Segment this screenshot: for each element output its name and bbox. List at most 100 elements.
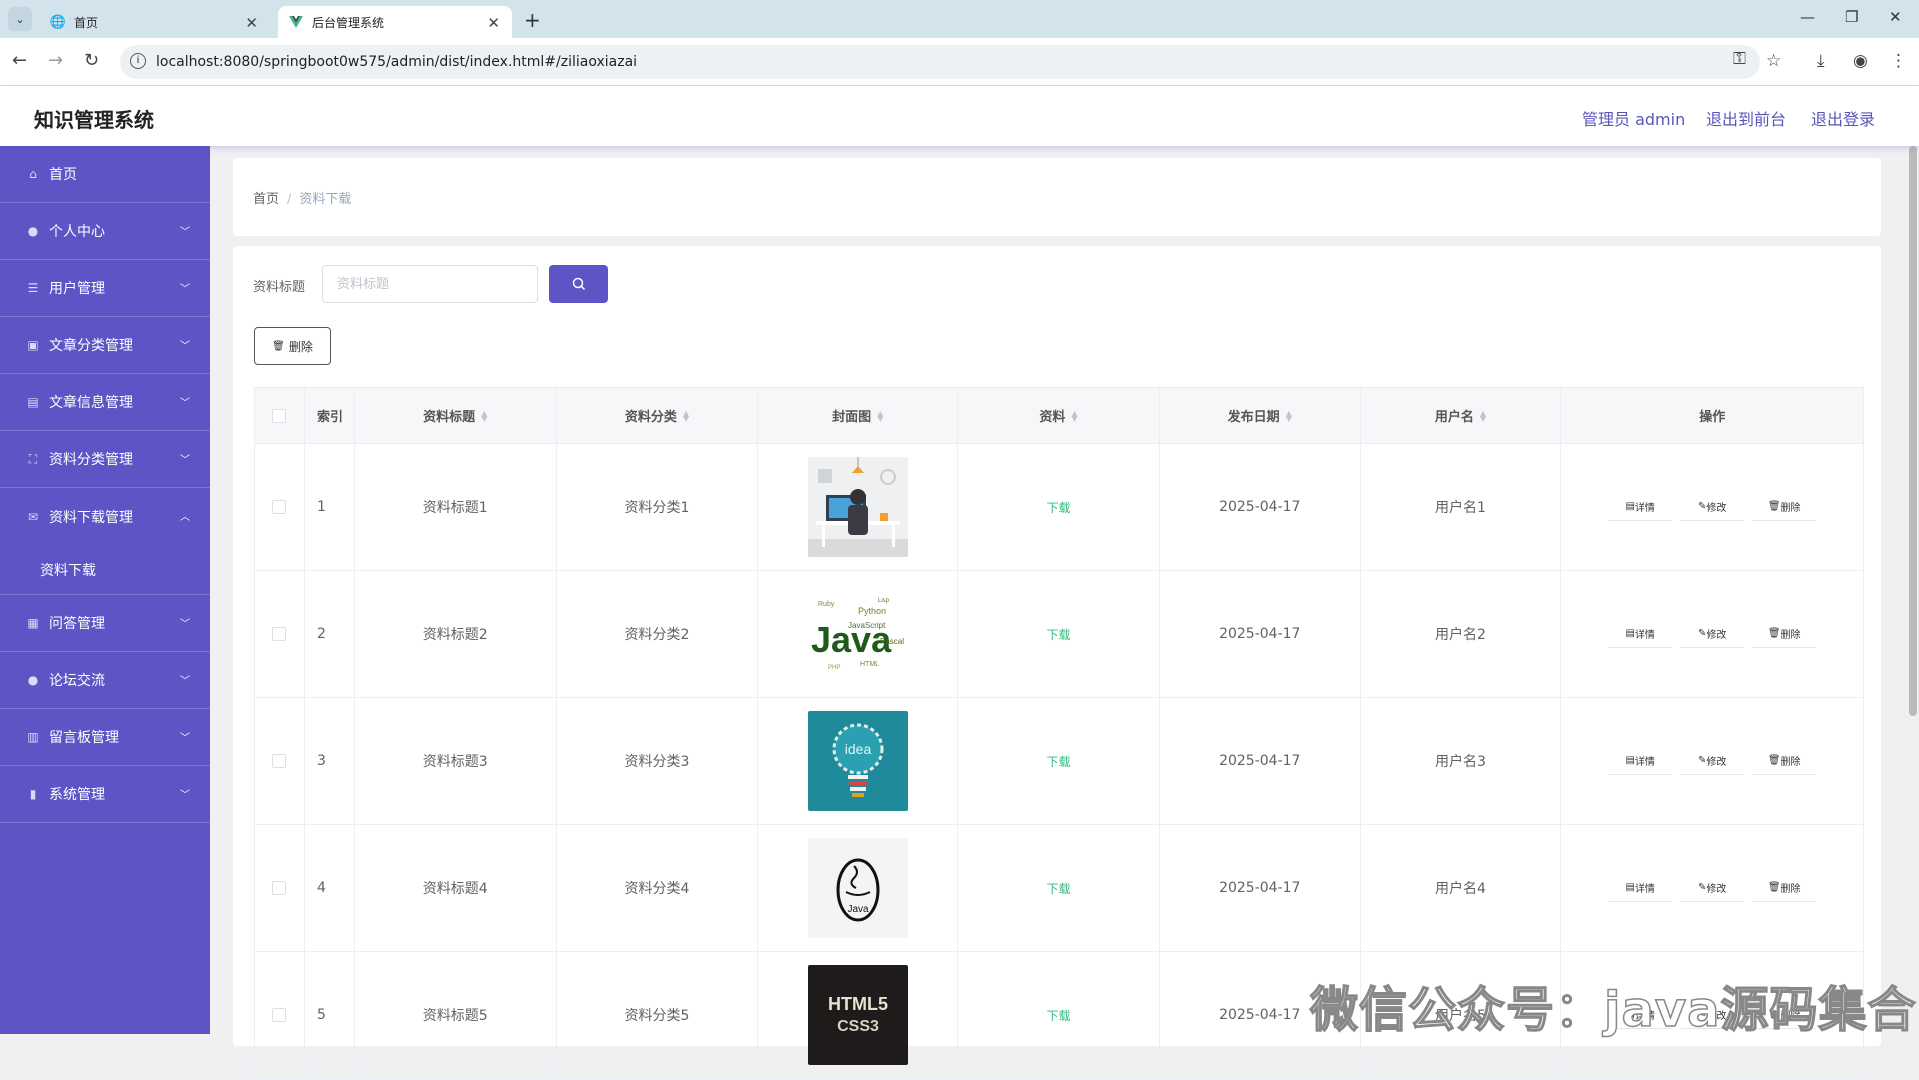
breadcrumb: 首页 / 资料下载 (253, 188, 351, 207)
sidebar-item-material-category[interactable]: ⛶ 资料分类管理 ﹀ (0, 431, 210, 488)
download-icon[interactable]: ⤓ (1817, 51, 1825, 71)
sort-icon[interactable]: ▲ ▼ (877, 409, 883, 422)
minimize-icon[interactable]: — (1800, 8, 1815, 26)
sidebar-item-material-download[interactable]: ✉ 资料下载管理 ︿ (0, 488, 210, 545)
cover-image-java-logo[interactable]: Java (807, 838, 908, 938)
sort-icon[interactable]: ▲ ▼ (1286, 409, 1292, 422)
sort-icon[interactable]: ▲ ▼ (683, 409, 689, 422)
sidebar-item-label: 个人中心 (49, 224, 105, 240)
row-checkbox[interactable] (272, 1008, 287, 1022)
browser-tab-home[interactable]: 🌐 首页 ✕ (40, 6, 270, 38)
chevron-down-icon: ﹀ (180, 455, 190, 466)
detail-button[interactable]: ▤ 详情 (1608, 874, 1673, 902)
row-checkbox[interactable] (272, 500, 287, 514)
restore-icon[interactable]: ❐ (1845, 8, 1858, 26)
cover-image-office[interactable] (807, 457, 908, 557)
sidebar-item-system[interactable]: ▮ 系统管理 ﹀ (0, 766, 210, 823)
row-title: 资料标题1 (355, 444, 557, 570)
row-checkbox[interactable] (272, 881, 287, 895)
watermark-text: 微信公众号：java源码集合 (1309, 981, 1917, 1039)
delete-button[interactable]: 🗑 删除 (1752, 747, 1817, 775)
download-link[interactable]: 下载 (1047, 1007, 1071, 1024)
sidebar-item-personal-center[interactable]: ● 个人中心 ﹀ (0, 203, 210, 260)
sort-icon[interactable]: ▲ ▼ (1071, 409, 1077, 422)
sidebar-subitem-download[interactable]: 资料下载 (0, 545, 210, 595)
bookmark-star-icon[interactable]: ☆ (1766, 51, 1781, 71)
sidebar-item-home[interactable]: ⌂ 首页 (0, 146, 210, 203)
search-input[interactable] (322, 265, 538, 303)
row-index: 1 (305, 444, 355, 570)
new-tab-icon[interactable]: + (524, 8, 541, 32)
trash-icon: 🗑 (272, 340, 285, 352)
select-all-checkbox[interactable] (272, 408, 287, 423)
close-icon[interactable]: ✕ (487, 14, 500, 32)
row-index: 4 (305, 825, 355, 951)
sidebar-item-forum[interactable]: ● 论坛交流 ﹀ (0, 652, 210, 709)
globe-icon: 🌐 (49, 14, 67, 30)
table-header: 索引 资料标题 ▲ ▼ 资料分类 ▲ ▼ 封面图 ▲ ▼ 资料 ▲ ▼ 发布日期 ▲ ▼ 用户名 ▲ ▼… (255, 388, 1863, 444)
password-key-icon[interactable]: ⚿ (1733, 49, 1746, 69)
detail-button[interactable]: ▤ 详情 (1608, 493, 1673, 521)
browser-tab-admin[interactable]: 后台管理系统 ✕ (278, 6, 512, 38)
delete-button[interactable]: 🗑 删除 (1752, 493, 1817, 521)
row-title: 资料标题5 (355, 952, 557, 1078)
sidebar-item-message-board[interactable]: ▥ 留言板管理 ﹀ (0, 709, 210, 766)
vue-logo-icon (288, 14, 304, 30)
sidebar-item-qa[interactable]: ▦ 问答管理 ﹀ (0, 595, 210, 652)
tab-search-icon[interactable]: ⌄ (8, 7, 32, 31)
download-link[interactable]: 下载 (1047, 880, 1071, 897)
reload-icon[interactable]: ↻ (84, 50, 99, 71)
download-link[interactable]: 下载 (1047, 499, 1071, 516)
header-cover[interactable]: 封面图 ▲ ▼ (758, 388, 959, 443)
logout-link[interactable]: 退出登录 (1811, 106, 1875, 130)
exit-to-front-link[interactable]: 退出到前台 (1706, 106, 1786, 130)
cover-image-idea-bulb[interactable]: idea (807, 711, 908, 811)
edit-button[interactable]: ✎ 修改 (1680, 747, 1745, 775)
message-icon: ✉ (27, 509, 39, 524)
trash-icon: 🗑 (1767, 882, 1781, 893)
row-date: 2025-04-17 (1160, 444, 1361, 570)
sidebar-item-article-category[interactable]: ▣ 文章分类管理 ﹀ (0, 317, 210, 374)
window-close-icon[interactable]: ✕ (1889, 8, 1902, 26)
detail-button[interactable]: ▤ 详情 (1608, 620, 1673, 648)
page-scrollbar[interactable] (1909, 146, 1917, 716)
delete-button[interactable]: 🗑 删除 (1752, 874, 1817, 902)
trash-icon: 🗑 (1767, 755, 1781, 766)
sort-icon[interactable]: ▲ ▼ (1480, 409, 1486, 422)
more-menu-icon[interactable]: ⋮ (1890, 51, 1907, 71)
delete-button[interactable]: 🗑 删除 (1752, 620, 1817, 648)
header-user[interactable]: 用户名 ▲ ▼ (1361, 388, 1562, 443)
row-checkbox[interactable] (272, 627, 287, 641)
batch-delete-button[interactable]: 🗑 删除 (254, 327, 331, 365)
edit-button[interactable]: ✎ 修改 (1680, 493, 1745, 521)
url-field[interactable]: i localhost:8080/springboot0w575/admin/d… (120, 45, 1760, 79)
edit-icon: ✎ (1698, 755, 1707, 766)
sidebar-item-article-info[interactable]: ▤ 文章信息管理 ﹀ (0, 374, 210, 431)
delete-label: 删除 (288, 339, 313, 354)
breadcrumb-separator: / (287, 192, 292, 207)
sidebar-item-user-management[interactable]: ☰ 用户管理 ﹀ (0, 260, 210, 317)
edit-button[interactable]: ✎ 修改 (1680, 874, 1745, 902)
header-category[interactable]: 资料分类 ▲ ▼ (557, 388, 759, 443)
header-title[interactable]: 资料标题 ▲ ▼ (355, 388, 557, 443)
chevron-down-icon: ﹀ (180, 733, 190, 744)
download-link[interactable]: 下载 (1047, 753, 1071, 770)
header-file[interactable]: 资料 ▲ ▼ (958, 388, 1160, 443)
header-date[interactable]: 发布日期 ▲ ▼ (1160, 388, 1361, 443)
cover-image-java-wordcloud[interactable]: Java Python JavaScript Ruby Pascal HTML … (807, 584, 908, 684)
row-category: 资料分类3 (557, 698, 759, 824)
forward-icon[interactable]: → (48, 50, 63, 71)
sort-icon[interactable]: ▲ ▼ (481, 409, 487, 422)
cover-image-html5-css3[interactable]: HTML5 CSS3 (807, 965, 908, 1065)
back-icon[interactable]: ← (12, 50, 27, 71)
chevron-down-icon: ﹀ (180, 398, 190, 409)
search-button[interactable] (549, 265, 608, 303)
profile-icon[interactable]: ◉ (1853, 51, 1868, 71)
row-checkbox[interactable] (272, 754, 287, 768)
close-icon[interactable]: ✕ (245, 14, 258, 32)
site-info-icon[interactable]: i (130, 53, 146, 69)
download-link[interactable]: 下载 (1047, 626, 1071, 643)
detail-button[interactable]: ▤ 详情 (1608, 747, 1673, 775)
breadcrumb-home[interactable]: 首页 (253, 192, 279, 207)
edit-button[interactable]: ✎ 修改 (1680, 620, 1745, 648)
